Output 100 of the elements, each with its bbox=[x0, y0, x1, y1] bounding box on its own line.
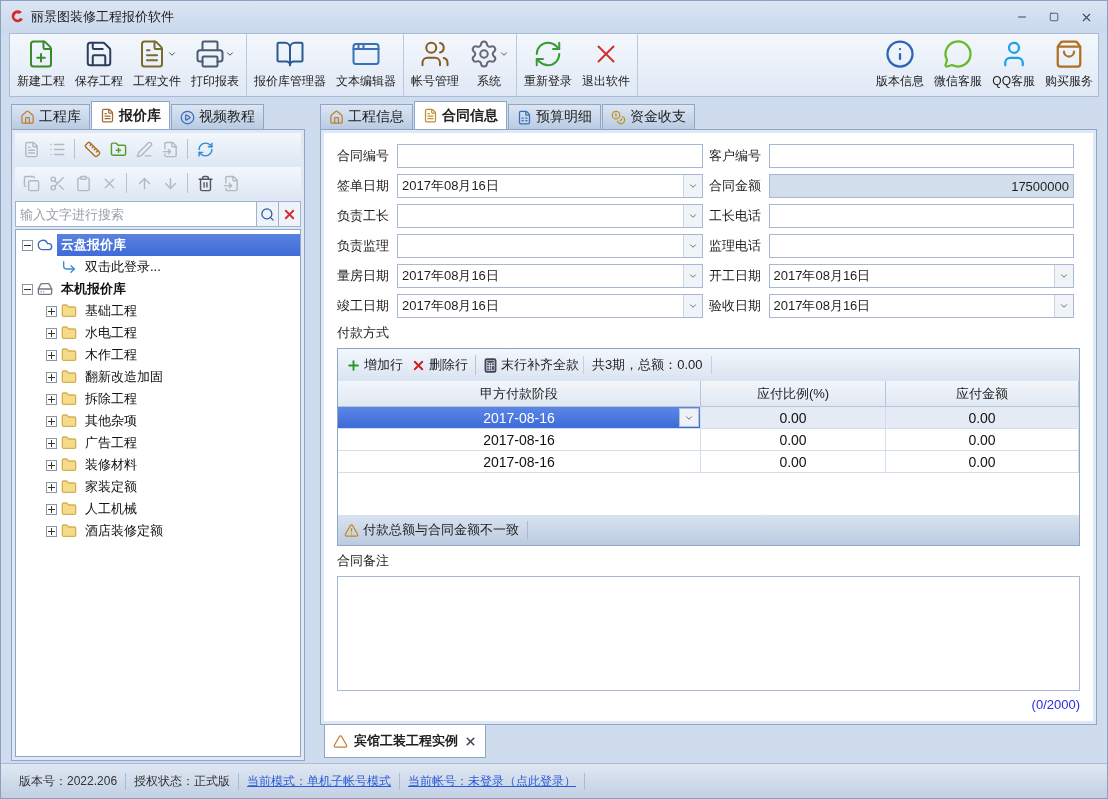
input-field[interactable] bbox=[768, 144, 1074, 168]
main-tab[interactable]: 资金收支 bbox=[602, 104, 695, 129]
dropdown-field[interactable]: 2017年08月16日 bbox=[397, 294, 703, 318]
ruler-icon bbox=[83, 140, 101, 158]
column-header[interactable]: 应付金额 bbox=[886, 381, 1079, 407]
main-tab[interactable]: 工程信息 bbox=[320, 104, 413, 129]
expander-toggle[interactable] bbox=[46, 305, 57, 317]
expander-toggle[interactable] bbox=[46, 393, 57, 405]
dropdown-field[interactable] bbox=[397, 204, 703, 228]
expander-toggle[interactable] bbox=[46, 459, 57, 471]
tree-item[interactable]: 家装定额 bbox=[81, 476, 141, 498]
panel-tab[interactable]: 视频教程 bbox=[171, 104, 264, 129]
toolbar-button[interactable]: 打印报表 bbox=[186, 34, 244, 96]
amount-field: 17500000 bbox=[768, 174, 1074, 198]
file-arrow-icon bbox=[161, 140, 179, 158]
expander-toggle[interactable] bbox=[46, 525, 57, 537]
main-tab[interactable]: 合同信息 bbox=[414, 101, 507, 129]
expander-toggle[interactable] bbox=[22, 283, 33, 295]
toolbar-button[interactable]: 文本编辑器 bbox=[331, 34, 401, 96]
folder-icon bbox=[61, 435, 77, 451]
page-icon bbox=[22, 140, 40, 158]
triangle-icon bbox=[333, 733, 348, 749]
field-label: 负责工长 bbox=[337, 207, 390, 225]
logo-icon bbox=[9, 9, 25, 25]
plus-icon bbox=[48, 417, 55, 425]
tree-item[interactable]: 水电工程 bbox=[81, 322, 141, 344]
toolbar-button[interactable]: 工程文件 bbox=[128, 34, 186, 96]
expander-toggle[interactable] bbox=[46, 371, 57, 383]
folder-icon bbox=[61, 501, 77, 517]
toolbar-button[interactable]: 报价库管理器 bbox=[249, 34, 331, 96]
dropdown-field[interactable]: 2017年08月16日 bbox=[397, 264, 703, 288]
tree-item[interactable]: 装修材料 bbox=[81, 454, 141, 476]
column-header[interactable]: 甲方付款阶段 bbox=[338, 381, 701, 407]
status-link[interactable]: 当前帐号：未登录（点此登录） bbox=[400, 772, 586, 790]
plus-icon bbox=[48, 505, 55, 513]
tree-item[interactable]: 本机报价库 bbox=[57, 278, 130, 300]
copy-icon bbox=[22, 174, 40, 192]
toolbar-button[interactable]: 重新登录 bbox=[519, 34, 577, 96]
table-cell: 0.00 bbox=[701, 451, 886, 473]
panel-tab[interactable]: 报价库 bbox=[91, 101, 170, 129]
expander-toggle[interactable] bbox=[46, 415, 57, 427]
tree-item[interactable]: 云盘报价库 bbox=[57, 234, 300, 256]
expander-toggle[interactable] bbox=[46, 503, 57, 515]
folder-icon bbox=[61, 479, 77, 495]
tree-item[interactable]: 翻新改造加固 bbox=[81, 366, 167, 388]
tree-item[interactable]: 人工机械 bbox=[81, 498, 141, 520]
field-label: 竣工日期 bbox=[337, 297, 390, 315]
dropdown-field[interactable]: 2017年08月16日 bbox=[397, 174, 703, 198]
dropdown-field[interactable]: 2017年08月16日 bbox=[768, 264, 1074, 288]
expander-toggle[interactable] bbox=[46, 327, 57, 339]
toolbar-button[interactable]: 帐号管理 bbox=[406, 34, 464, 96]
toolbar-button[interactable]: 微信客服 bbox=[929, 34, 988, 96]
search-field[interactable]: 输入文字进行搜索 bbox=[15, 201, 257, 227]
expander-toggle[interactable] bbox=[46, 349, 57, 361]
tree-item[interactable]: 其他杂项 bbox=[81, 410, 141, 432]
grid-action-button[interactable]: 删除行 bbox=[407, 356, 472, 374]
tree-item[interactable]: 木作工程 bbox=[81, 344, 141, 366]
toolbar-button[interactable]: 新建工程 bbox=[12, 34, 70, 96]
status-link[interactable]: 当前模式：单机子帐号模式 bbox=[239, 772, 401, 790]
plus-icon bbox=[48, 395, 55, 403]
window-title: 丽景图装修工程报价软件 bbox=[31, 8, 175, 26]
expander-toggle[interactable] bbox=[46, 437, 57, 449]
tree-item[interactable]: 双击此登录... bbox=[81, 256, 165, 278]
folder-icon bbox=[61, 457, 77, 473]
tree-item[interactable]: 广告工程 bbox=[81, 432, 141, 454]
grid-action-button[interactable]: 末行补齐全款 bbox=[479, 356, 583, 374]
toolbar-button[interactable]: 购买服务 bbox=[1040, 34, 1098, 96]
expander-toggle[interactable] bbox=[22, 239, 33, 251]
expander-toggle[interactable] bbox=[46, 481, 57, 493]
grid-action-button[interactable]: 增加行 bbox=[342, 356, 407, 374]
notes-field[interactable] bbox=[337, 576, 1080, 691]
maximize-icon bbox=[1049, 12, 1059, 22]
search-button[interactable] bbox=[257, 201, 279, 227]
toolbar-button[interactable]: 系统 bbox=[464, 34, 514, 96]
input-field[interactable] bbox=[768, 234, 1074, 258]
tree-item[interactable]: 基础工程 bbox=[81, 300, 141, 322]
dropdown-field[interactable] bbox=[397, 234, 703, 258]
field-label: 量房日期 bbox=[337, 267, 390, 285]
toolbar-button[interactable]: 退出软件 bbox=[577, 34, 635, 96]
toolbar-button[interactable]: QQ客服 bbox=[987, 34, 1040, 96]
dropdown-field[interactable]: 2017年08月16日 bbox=[768, 294, 1074, 318]
table-cell: 0.00 bbox=[886, 407, 1079, 429]
toolbar-button[interactable]: 保存工程 bbox=[70, 34, 128, 96]
plus-icon bbox=[48, 329, 55, 337]
input-field[interactable] bbox=[397, 144, 703, 168]
cloud-icon bbox=[37, 237, 53, 253]
table-cell: 2017-08-16 bbox=[338, 407, 701, 429]
panel-tab[interactable]: 工程库 bbox=[11, 104, 90, 129]
column-header[interactable]: 应付比例(%) bbox=[701, 381, 886, 407]
main-tab[interactable]: 预算明细 bbox=[508, 104, 601, 129]
tree-item[interactable]: 拆除工程 bbox=[81, 388, 141, 410]
clear-button[interactable] bbox=[279, 201, 301, 227]
tree-item[interactable]: 酒店装修定额 bbox=[81, 520, 167, 542]
users-icon bbox=[420, 39, 450, 69]
toolbar-button[interactable]: 版本信息 bbox=[871, 34, 930, 96]
close-tab-button[interactable] bbox=[464, 734, 477, 748]
input-field[interactable] bbox=[768, 204, 1074, 228]
document-tab[interactable]: 宾馆工装工程实例 bbox=[324, 725, 486, 758]
section-label: 合同备注 bbox=[337, 552, 390, 570]
caret-icon bbox=[687, 181, 698, 191]
